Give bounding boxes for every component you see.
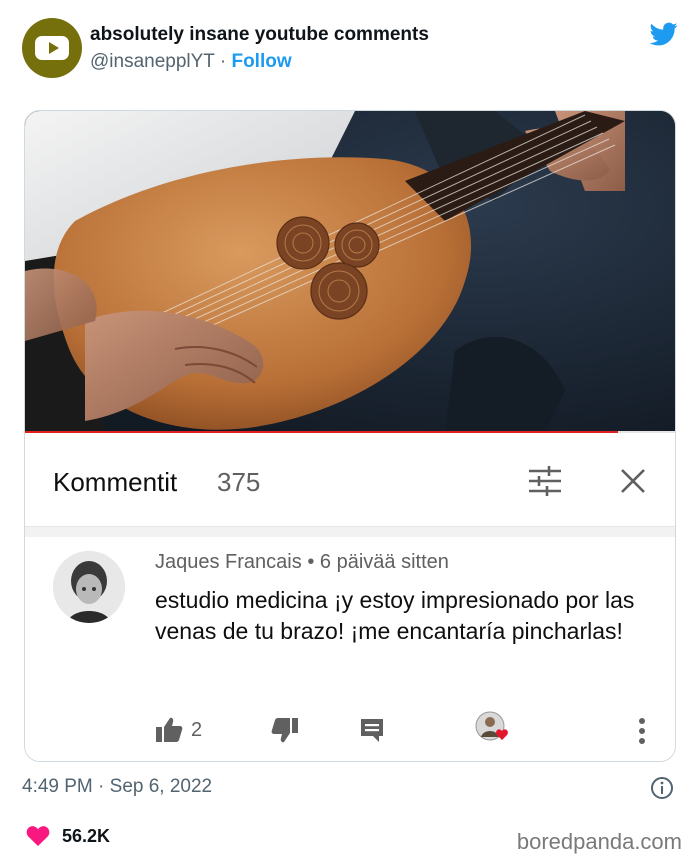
twitter-bird-icon[interactable]: [648, 20, 680, 48]
tweet-timestamp[interactable]: 4:49 PM · Sep 6, 2022: [22, 776, 212, 798]
like-button[interactable]: 2: [155, 717, 202, 743]
dislike-button[interactable]: [271, 717, 299, 743]
comments-count: 375: [217, 467, 261, 497]
comment-time: 6 päivää sitten: [319, 551, 449, 573]
commenter-avatar[interactable]: [53, 551, 125, 623]
more-options-button[interactable]: [637, 717, 647, 745]
youtube-play-logo-icon: [35, 36, 69, 60]
comment-text: estudio medicina ¡y estoy impresionado p…: [155, 587, 635, 644]
heart-icon: [26, 826, 50, 846]
follow-button[interactable]: Follow: [231, 51, 291, 72]
comment-actions: 2: [25, 711, 675, 751]
tweet-header: absolutely insane youtube comments @insa…: [22, 18, 682, 80]
section-divider: [25, 527, 675, 537]
thumbs-down-icon: [271, 718, 298, 743]
creator-heart-icon: [475, 711, 508, 741]
reply-button[interactable]: [359, 717, 385, 743]
account-handle[interactable]: @insanepplYT: [90, 51, 215, 72]
video-frame[interactable]: [25, 111, 675, 433]
likes-row[interactable]: 56.2K: [26, 825, 110, 847]
video-progress-bar[interactable]: [25, 431, 675, 433]
reply-comment-icon: [361, 719, 383, 742]
account-handle-line: @insanepplYT · Follow: [90, 51, 292, 73]
media-card: Kommentit 375 Jaques Francais • 6 päivää…: [24, 110, 676, 762]
info-icon[interactable]: [650, 776, 674, 800]
like-count: 2: [191, 718, 203, 741]
comment-author[interactable]: Jaques Francais: [155, 551, 302, 573]
comments-title: Kommentit: [53, 467, 178, 497]
thumbs-up-icon: [156, 717, 183, 742]
lute-player-image: [25, 111, 675, 433]
creator-heart-button[interactable]: [475, 711, 511, 747]
account-name[interactable]: absolutely insane youtube comments: [90, 24, 429, 46]
account-avatar[interactable]: [22, 18, 82, 78]
close-icon[interactable]: [619, 467, 647, 495]
more-vertical-icon: [639, 718, 645, 744]
video-progress-fill: [25, 431, 619, 433]
comments-header: Kommentit 375: [25, 435, 675, 527]
sort-filter-icon[interactable]: [527, 465, 563, 497]
comment-meta: Jaques Francais • 6 päivää sitten: [155, 551, 449, 574]
separator-dot: ·: [219, 51, 227, 72]
likes-count: 56.2K: [62, 825, 111, 846]
meta-separator: •: [307, 551, 315, 573]
watermark: boredpanda.com: [516, 829, 682, 854]
comment-item: Jaques Francais • 6 päivää sitten estudi…: [25, 537, 675, 761]
